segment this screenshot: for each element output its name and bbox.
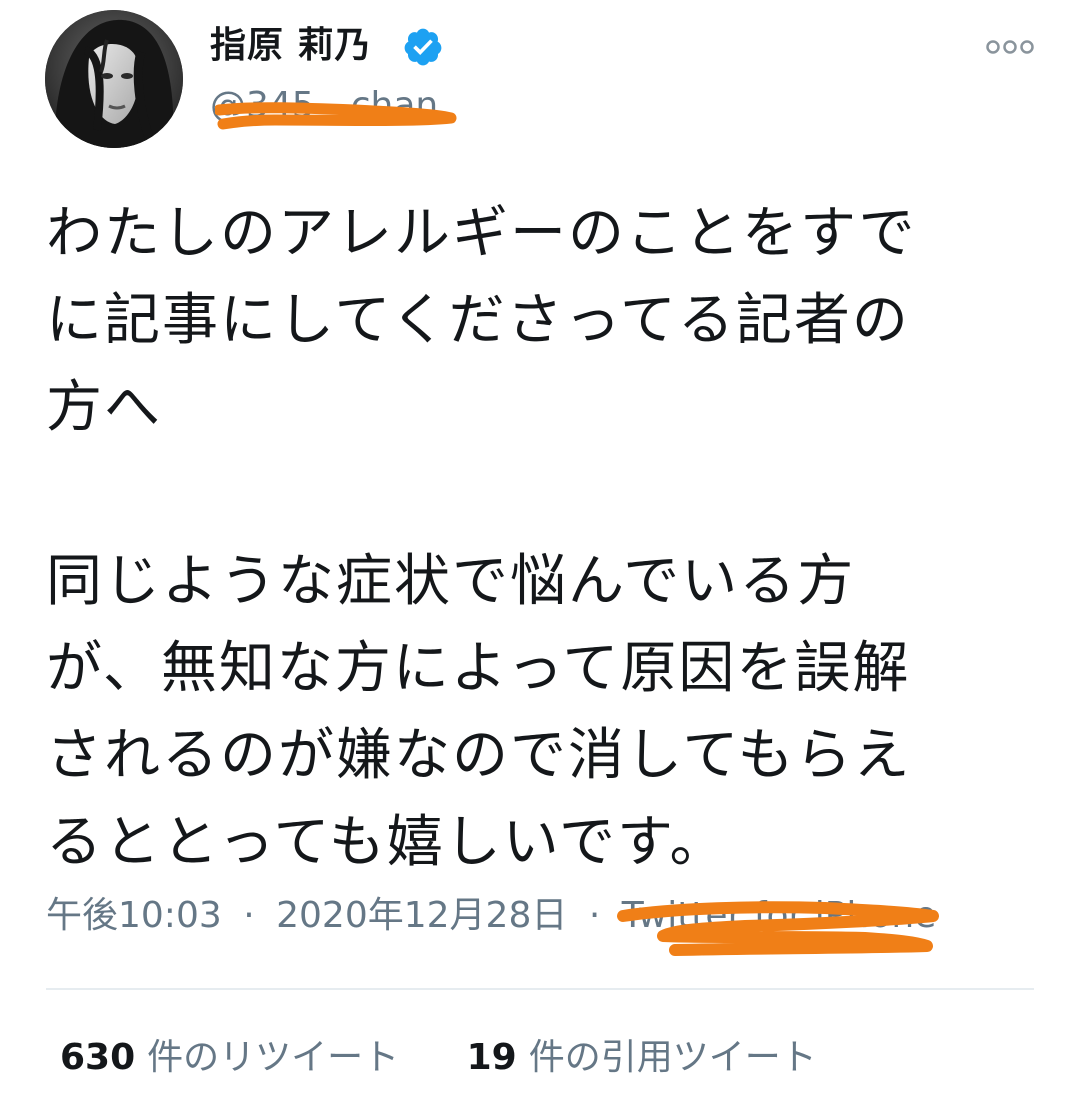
tweet-stats: 630 件のリツイート 19 件の引用ツイート — [60, 1030, 817, 1086]
tweet-card: 指原 莉乃 @345__chan わたしのアレルギーのことをすで に記事にしてく… — [0, 0, 1080, 1107]
tweet-line: に記事にしてくださってる記者の — [46, 288, 910, 353]
tweet-text: わたしのアレルギーのことをすで に記事にしてくださってる記者の 方へ 同じような… — [46, 190, 1036, 886]
avatar[interactable] — [45, 10, 183, 148]
avatar-photo — [45, 10, 183, 148]
retweet-label: 件のリツイート — [147, 1037, 400, 1078]
redaction-scribble — [215, 102, 457, 130]
quote-count-link[interactable]: 19 件の引用ツイート — [467, 1030, 817, 1086]
quote-label: 件の引用ツイート — [528, 1037, 817, 1078]
meta-separator: · — [588, 895, 601, 936]
more-options-icon[interactable] — [985, 36, 1035, 58]
redaction-scribble — [617, 901, 939, 956]
retweet-count: 630 — [60, 1037, 136, 1078]
retweet-count-link[interactable]: 630 件のリツイート — [60, 1030, 399, 1086]
tweet-line: 方へ — [46, 375, 162, 440]
tweet-line: 同じような症状で悩んでいる方 — [46, 549, 856, 614]
tweet-line: されるのが嫌なので消してもらえ — [46, 723, 912, 788]
tweet-line: が、無知な方によって原因を誤解 — [46, 636, 911, 701]
quote-count: 19 — [466, 1037, 517, 1078]
tweet-line: るととっても嬉しいです。 — [46, 810, 728, 875]
tweet-line-blank — [46, 451, 1036, 538]
display-name[interactable]: 指原 莉乃 — [210, 22, 372, 70]
verified-badge-icon — [404, 28, 442, 66]
tweet-time[interactable]: 午後10:03 — [46, 888, 222, 944]
tweet-line: わたしのアレルギーのことをすで — [46, 201, 917, 266]
meta-separator: · — [243, 895, 255, 936]
tweet-date[interactable]: 2020年12月28日 — [276, 888, 567, 944]
divider — [46, 988, 1034, 990]
